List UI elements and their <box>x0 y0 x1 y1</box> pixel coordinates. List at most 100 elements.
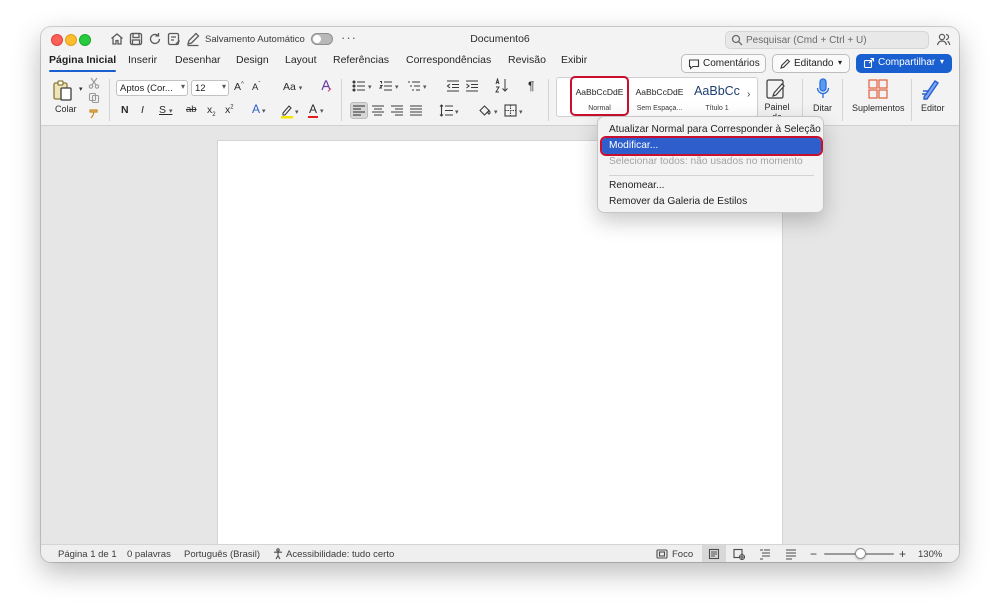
language-status[interactable]: Português (Brasil) <box>184 549 260 560</box>
focus-label[interactable]: Foco <box>672 549 693 560</box>
tab-exibir[interactable]: Exibir <box>561 54 587 66</box>
style-sample: AaBbCcDdE <box>575 87 624 97</box>
page-count[interactable]: Página 1 de 1 <box>58 549 117 560</box>
microphone-icon[interactable] <box>816 77 830 101</box>
subscript-button[interactable]: x2 <box>207 104 216 118</box>
line-spacing-icon[interactable] <box>439 104 453 117</box>
style-heading-1[interactable]: AaBbCc Título 1 <box>690 78 744 116</box>
autosave-label: Salvamento Automático <box>205 34 305 45</box>
share-button[interactable]: Compartilhar ▾ <box>856 54 952 73</box>
align-right-icon[interactable] <box>391 105 403 116</box>
web-layout-icon[interactable] <box>733 548 745 560</box>
save-icon[interactable] <box>128 31 144 47</box>
tab-inserir[interactable]: Inserir <box>128 54 157 66</box>
menu-separator <box>609 175 814 176</box>
editor-icon[interactable] <box>920 78 942 100</box>
zoom-level[interactable]: 130% <box>918 549 942 560</box>
text-effects-button[interactable]: A ▾ <box>252 102 265 116</box>
bullets-icon[interactable] <box>352 80 366 92</box>
copy-icon[interactable] <box>88 92 100 104</box>
outdent-icon[interactable] <box>446 80 460 92</box>
zoom-window-button[interactable] <box>79 34 91 46</box>
chevron-down-icon[interactable]: ▾ <box>519 105 523 117</box>
tab-design[interactable]: Design <box>236 54 269 66</box>
strikethrough-button[interactable]: ab <box>186 104 197 115</box>
font-color-button[interactable]: A ▾ <box>308 102 323 118</box>
menu-item-remove-from-gallery[interactable]: Remover da Galeria de Estilos <box>602 194 821 210</box>
borders-icon[interactable] <box>504 104 517 117</box>
align-left-icon[interactable] <box>353 105 365 116</box>
sort-icon[interactable] <box>495 78 509 93</box>
chevron-down-icon[interactable]: ▾ <box>423 80 427 92</box>
autosave-icon[interactable] <box>166 31 182 47</box>
shrink-font-button[interactable]: Aˇ <box>252 82 260 93</box>
grow-font-button[interactable]: A^ <box>234 81 244 93</box>
font-size-select[interactable]: 12 ▾ <box>191 80 229 96</box>
draft-icon[interactable] <box>785 548 797 560</box>
share-label: Compartilhar <box>878 57 936 68</box>
tab-pagina-inicial[interactable]: Página Inicial <box>49 54 117 72</box>
bold-button[interactable]: N <box>121 104 129 116</box>
highlighter-button[interactable] <box>280 103 294 119</box>
home-icon[interactable] <box>109 31 125 47</box>
chevron-down-icon[interactable]: ▾ <box>494 105 498 117</box>
multilevel-icon[interactable] <box>407 80 421 92</box>
gallery-next-icon[interactable]: › <box>747 89 750 100</box>
pilcrow-icon[interactable]: ¶ <box>528 79 534 93</box>
superscript-button[interactable]: x2 <box>225 104 234 116</box>
more-options-icon[interactable]: ··· <box>341 30 357 45</box>
format-painter-icon[interactable] <box>88 107 100 119</box>
chevron-down-icon: ▾ <box>180 82 185 91</box>
search-input[interactable]: Pesquisar (Cmd + Ctrl + U) <box>725 31 929 49</box>
profile-icon[interactable] <box>936 32 951 47</box>
comments-button[interactable]: Comentários <box>681 54 766 73</box>
redo-icon[interactable] <box>147 31 163 47</box>
minimize-window-button[interactable] <box>65 34 77 46</box>
tab-correspondencias[interactable]: Correspondências <box>406 54 491 66</box>
zoom-out-button[interactable]: − <box>810 547 817 561</box>
word-count[interactable]: 0 palavras <box>127 549 171 560</box>
align-center-icon[interactable] <box>372 105 384 116</box>
menu-item-label: Remover da Galeria de Estilos <box>609 196 748 207</box>
tab-referencias[interactable]: Referências <box>333 54 389 66</box>
menu-item-update-normal[interactable]: Atualizar Normal para Corresponder à Sel… <box>602 122 821 138</box>
font-name-select[interactable]: Aptos (Cor... ▾ <box>116 80 188 96</box>
chevron-down-icon[interactable]: ▾ <box>368 80 372 92</box>
tab-revisao[interactable]: Revisão <box>508 54 546 66</box>
focus-icon[interactable] <box>656 548 668 560</box>
chevron-down-icon[interactable]: ▾ <box>395 80 399 92</box>
zoom-in-button[interactable]: + <box>899 547 906 561</box>
tab-layout[interactable]: Layout <box>285 54 317 66</box>
chevron-down-icon[interactable]: ▾ <box>79 85 83 93</box>
editing-mode-button[interactable]: Editando ▾ <box>772 54 850 73</box>
numbering-icon[interactable] <box>379 80 393 92</box>
paste-icon[interactable] <box>51 78 75 102</box>
pen-icon[interactable] <box>185 31 201 47</box>
italic-button[interactable]: I <box>141 104 144 116</box>
addins-icon[interactable] <box>867 78 889 100</box>
zoom-slider-thumb[interactable] <box>855 548 866 559</box>
print-layout-icon[interactable] <box>708 548 720 560</box>
indent-icon[interactable] <box>465 80 479 92</box>
justify-icon[interactable] <box>410 105 422 116</box>
outline-icon[interactable] <box>759 548 771 560</box>
styles-pane-icon[interactable] <box>765 78 787 100</box>
close-window-button[interactable] <box>51 34 63 46</box>
change-case-button[interactable]: Aa ▾ <box>283 81 302 93</box>
pencil-icon <box>779 58 791 70</box>
shading-icon[interactable] <box>478 104 492 117</box>
style-normal[interactable]: AaBbCcDdE Normal <box>570 76 629 116</box>
chevron-down-icon[interactable]: ▾ <box>455 105 459 117</box>
chevron-down-icon[interactable]: ▾ <box>295 105 299 117</box>
menu-item-modify[interactable]: Modificar... <box>600 136 823 156</box>
style-no-spacing[interactable]: AaBbCcDdE Sem Espaça... <box>631 78 688 116</box>
clear-format-icon[interactable] <box>319 79 333 93</box>
ribbon-tabs: Página Inicial Inserir Desenhar Design L… <box>41 54 681 74</box>
accessibility-status[interactable]: Acessibilidade: tudo certo <box>286 549 394 560</box>
autosave-toggle[interactable] <box>311 33 333 45</box>
underline-button[interactable]: S ▾ <box>159 104 172 116</box>
cut-icon[interactable] <box>88 77 100 89</box>
menu-item-rename[interactable]: Renomear... <box>602 178 821 194</box>
tab-desenhar[interactable]: Desenhar <box>175 54 221 66</box>
menu-item-label: Selecionar todos: não usados no momento <box>609 156 803 167</box>
